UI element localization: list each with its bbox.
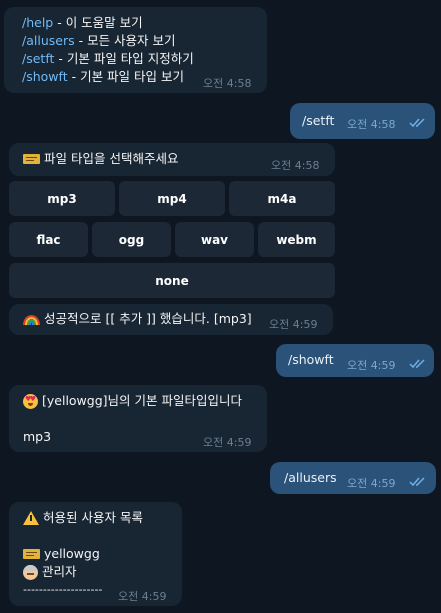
message-text: [yellowgg]님의 기본 파일타입입니다 [23, 393, 242, 409]
message-time: 오전 4:59 [203, 436, 252, 449]
read-checks-icon [409, 477, 425, 487]
command-link[interactable]: /allusers [22, 33, 75, 48]
file-type-value: mp3 [23, 429, 52, 444]
keyboard-button-none[interactable]: none [9, 263, 335, 298]
read-checks-icon [409, 118, 425, 128]
command-link[interactable]: /help [22, 15, 53, 30]
help-line: /help - 이 도움말 보기 [22, 15, 143, 30]
ticket-icon [23, 153, 40, 164]
keyboard-button-mp4[interactable]: mp4 [119, 181, 225, 216]
outgoing-message-showft: /showft 오전 4:59 [276, 344, 434, 377]
command-link[interactable]: /setft [302, 113, 334, 129]
message-time: 오전 4:58 [347, 118, 396, 131]
help-line: /showft - 기본 파일 타입 보기 [22, 69, 184, 84]
default-type-message: [yellowgg]님의 기본 파일타입입니다 mp3 오전 4:59 [9, 385, 267, 452]
keyboard-button-m4a[interactable]: m4a [229, 181, 335, 216]
command-link[interactable]: /showft [288, 352, 334, 368]
command-link[interactable]: /setft [22, 51, 54, 66]
user-role: 관리자 [23, 564, 77, 580]
message-text: 파일 타입을 선택해주세요 [23, 151, 178, 167]
command-link[interactable]: /allusers [284, 470, 337, 486]
separator-text: -------------------- [23, 583, 103, 596]
message-time: 오전 4:59 [347, 477, 396, 490]
command-link[interactable]: /showft [22, 69, 68, 84]
user-name: yellowgg [23, 546, 100, 562]
success-message: 성공적으로 [[ 추가 ]] 했습니다. [mp3] 오전 4:59 [9, 304, 333, 335]
ticket-icon [23, 548, 40, 559]
message-time: 오전 4:59 [118, 590, 167, 603]
message-time: 오전 4:58 [203, 77, 252, 90]
message-time: 오전 4:58 [271, 159, 320, 172]
keyboard-button-webm[interactable]: webm [258, 222, 335, 257]
outgoing-message-setft: /setft 오전 4:58 [290, 103, 435, 139]
help-line: /setft - 기본 파일 타입 지정하기 [22, 51, 194, 66]
keyboard-button-wav[interactable]: wav [175, 222, 254, 257]
message-title: 허용된 사용자 목록 [23, 510, 143, 526]
choose-type-message: 파일 타입을 선택해주세요 오전 4:58 [9, 143, 335, 176]
person-icon [23, 565, 38, 580]
keyboard-button-mp3[interactable]: mp3 [9, 181, 115, 216]
warning-icon [23, 510, 39, 525]
keyboard-button-ogg[interactable]: ogg [92, 222, 171, 257]
message-time: 오전 4:59 [269, 318, 318, 331]
message-time: 오전 4:59 [347, 359, 396, 372]
user-list-message: 허용된 사용자 목록 yellowgg 관리자 ----------------… [9, 502, 182, 606]
heart-eyes-icon [23, 394, 38, 409]
keyboard-button-flac[interactable]: flac [9, 222, 88, 257]
rainbow-icon [23, 314, 40, 325]
help-line: /allusers - 모든 사용자 보기 [22, 33, 176, 48]
read-checks-icon [409, 359, 425, 369]
outgoing-message-allusers: /allusers 오전 4:59 [270, 462, 436, 494]
help-message: /help - 이 도움말 보기 /allusers - 모든 사용자 보기 /… [4, 7, 267, 93]
message-text: 성공적으로 [[ 추가 ]] 했습니다. [mp3] [23, 311, 252, 327]
